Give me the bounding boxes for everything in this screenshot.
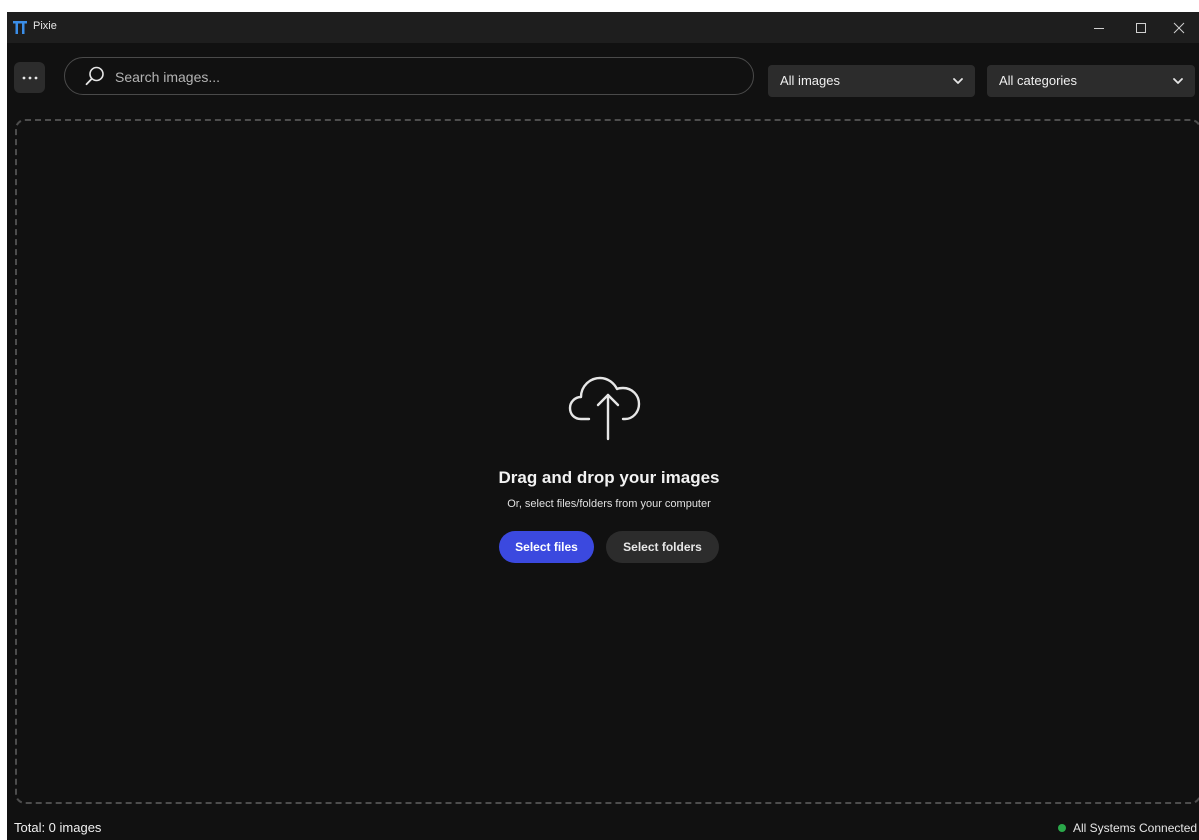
minimize-icon xyxy=(1094,27,1104,29)
chevron-down-icon xyxy=(953,78,963,84)
select-folders-button[interactable]: Select folders xyxy=(606,531,719,563)
more-options-button[interactable] xyxy=(14,62,45,93)
total-images-count: Total: 0 images xyxy=(14,820,102,835)
search-input[interactable] xyxy=(113,64,737,90)
close-icon xyxy=(1173,22,1185,33)
drop-zone-title: Drag and drop your images xyxy=(498,468,720,487)
image-filter-select[interactable]: All images xyxy=(768,65,975,97)
select-files-button[interactable]: Select files xyxy=(499,531,594,563)
chevron-down-icon xyxy=(1173,78,1183,84)
category-filter-select[interactable]: All categories xyxy=(987,65,1195,97)
connection-status-text: All Systems Connected xyxy=(1073,821,1198,835)
app-window: Pixie Search images... All images All ca… xyxy=(7,12,1199,840)
pi-logo-icon xyxy=(13,21,27,34)
drop-zone-subtitle: Or, select files/folders from your compu… xyxy=(507,498,711,510)
image-drop-zone[interactable] xyxy=(15,119,1199,804)
status-dot-icon xyxy=(1058,824,1066,832)
cloud-upload-icon xyxy=(568,376,641,441)
title-bar[interactable]: Pixie xyxy=(7,12,1199,43)
window-title: Pixie xyxy=(33,20,57,32)
connection-status: All Systems Connected xyxy=(1058,821,1197,835)
search-bar[interactable] xyxy=(64,57,754,95)
category-filter-label: All categories xyxy=(999,73,1078,88)
maximize-button[interactable] xyxy=(1122,12,1160,43)
search-icon xyxy=(85,66,104,86)
minimize-button[interactable] xyxy=(1080,12,1118,43)
close-button[interactable] xyxy=(1160,12,1198,43)
maximize-icon xyxy=(1136,22,1146,33)
more-dots-icon xyxy=(22,76,37,79)
image-filter-label: All images xyxy=(780,73,840,88)
